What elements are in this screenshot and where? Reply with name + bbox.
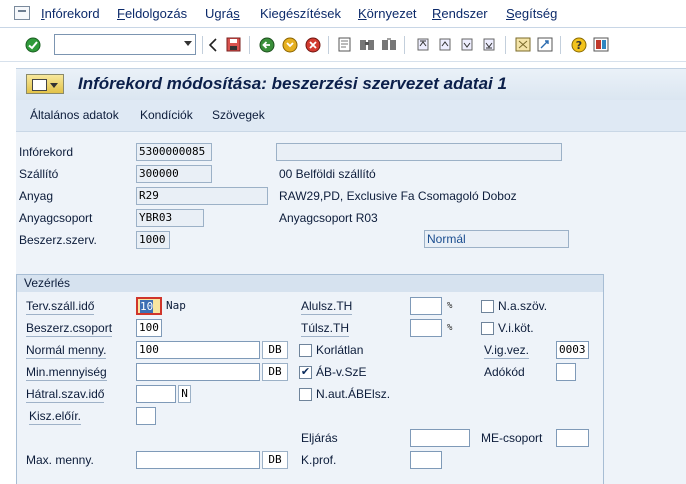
no-text-checkbox[interactable] [481,300,494,313]
vendor-label: Szállító [19,167,59,181]
menu-inforecord[interactable]: Infórekord [41,6,100,21]
next-page-icon[interactable] [458,36,475,53]
menu-edit[interactable]: Feldolgozás [117,6,187,21]
save-icon[interactable] [225,36,242,53]
general-data-button[interactable]: Általános adatok [30,108,119,122]
packing-label: Kisz.előír. [29,409,82,425]
first-page-icon[interactable] [414,36,431,53]
overdelivery-tolerance-label: Túlsz.TH [301,321,349,337]
procedure-label: Eljárás [301,431,338,445]
vendor-field[interactable]: 300000 [136,165,212,183]
menu-system[interactable]: Rendszer [432,6,488,21]
no-auto-gr-checkbox[interactable] [299,388,312,401]
material-group-description: Anyagcsoport R03 [279,211,378,225]
menu-bar: Infórekord Feldolgozás Ugrás Kiegészítés… [0,0,686,28]
qty-group-field[interactable] [556,429,589,447]
application-toolbar: Általános adatok Kondíciók Szövegek [16,100,686,132]
procedure-field[interactable] [410,429,470,447]
ack-required-label: V.i.köt. [498,321,534,335]
inforecord-field[interactable]: 5300000085 [136,143,212,161]
texts-button[interactable]: Szövegek [212,108,265,122]
max-qty-label: Max. menny. [26,453,94,467]
min-qty-field[interactable] [136,363,260,381]
inforecord-category-field[interactable]: Normál [424,230,569,248]
percent-sign: % [447,301,453,311]
material-description: RAW29,PD, Exclusive Fa Csomagoló Doboz [279,189,517,203]
no-auto-gr-label: N.aut.ÁBElsz. [316,387,391,401]
conf-profile-label: K.prof. [301,453,337,467]
tax-code-label: Adókód [484,365,525,379]
confirmation-control-label: V.ig.vez. [484,343,529,359]
overdelivery-tolerance-field[interactable] [410,319,442,337]
last-page-icon[interactable] [480,36,497,53]
purchasing-group-label: Beszerz.csoport [26,321,113,337]
svg-text:?: ? [575,39,581,52]
material-label: Anyag [19,189,54,203]
material-field[interactable]: R29 [136,187,268,205]
qty-group-label: ME-csoport [481,431,543,445]
inforecord-description-field[interactable] [276,143,562,161]
remaining-shelf-life-unit: N [178,385,191,403]
confirmation-control-field[interactable]: 0003 [556,341,589,359]
menu-help[interactable]: Segítség [506,6,557,21]
vendor-description: 00 Belföldi szállító [279,167,376,181]
purchasing-group-field[interactable]: 100 [136,319,162,337]
min-qty-unit: DB [262,363,288,381]
back-icon[interactable] [258,36,275,53]
object-services-icon[interactable] [26,74,64,94]
standard-qty-label: Normál menny. [26,343,107,359]
planned-delivery-unit: Nap [166,299,186,312]
material-group-field[interactable]: YBR03 [136,209,204,227]
help-icon[interactable]: ? [570,36,587,53]
purchasing-org-label: Beszerz.szerv. [19,233,97,247]
shortcut-icon[interactable] [536,36,553,53]
planned-delivery-field[interactable]: 10 [136,297,162,315]
command-field[interactable] [54,34,196,55]
cancel-icon[interactable] [304,36,321,53]
planned-delivery-label: Terv.száll.idő [26,299,95,315]
ack-required-checkbox[interactable] [481,322,494,335]
tax-code-field[interactable] [556,363,576,381]
max-qty-unit: DB [262,451,288,469]
unlimited-label: Korlátlan [316,343,364,357]
standard-qty-field[interactable]: 100 [136,341,260,359]
unlimited-checkbox[interactable] [299,344,312,357]
control-group-title: Vezérlés [17,275,603,292]
gr-based-iv-label: ÁB-v.SzE [316,365,367,379]
find-next-icon[interactable] [380,36,397,53]
standard-qty-unit: DB [262,341,288,359]
menu-goto[interactable]: Ugrás [205,6,240,21]
chevron-down-icon[interactable] [184,41,192,46]
system-menu-icon[interactable] [14,6,30,20]
prev-page-icon[interactable] [436,36,453,53]
new-session-icon[interactable] [514,36,531,53]
max-qty-field[interactable] [136,451,260,469]
check-icon[interactable] [24,36,41,53]
gr-based-iv-checkbox[interactable]: ✔ [299,366,312,379]
conditions-button[interactable]: Kondíciók [140,108,193,122]
underdelivery-tolerance-field[interactable] [410,297,442,315]
page-title: Infórekord módosítása: beszerzési szerve… [78,74,507,93]
material-group-label: Anyagcsoport [19,211,93,225]
print-icon[interactable] [336,36,353,53]
remaining-shelf-life-field[interactable] [136,385,176,403]
packing-field[interactable] [136,407,156,425]
conf-profile-field[interactable] [410,451,442,469]
layout-icon[interactable] [592,36,609,53]
find-icon[interactable] [358,36,375,53]
back-nav-icon[interactable] [204,36,221,53]
title-bar: Infórekord módosítása: beszerzési szerve… [16,68,686,100]
underdelivery-tolerance-label: Alulsz.TH [301,299,353,315]
menu-environment[interactable]: Környezet [358,6,417,21]
no-text-label: N.a.szöv. [498,299,548,313]
percent-sign: % [447,323,453,333]
inforecord-label: Infórekord [19,145,74,159]
exit-icon[interactable] [281,36,298,53]
planned-delivery-value: 10 [140,300,154,313]
purchasing-org-field[interactable]: 1000 [136,231,170,249]
remaining-shelf-life-label: Hátral.szav.idő [26,387,105,403]
min-qty-label: Min.mennyiség [26,365,107,381]
menu-extras[interactable]: Kiegészítések [260,6,341,21]
